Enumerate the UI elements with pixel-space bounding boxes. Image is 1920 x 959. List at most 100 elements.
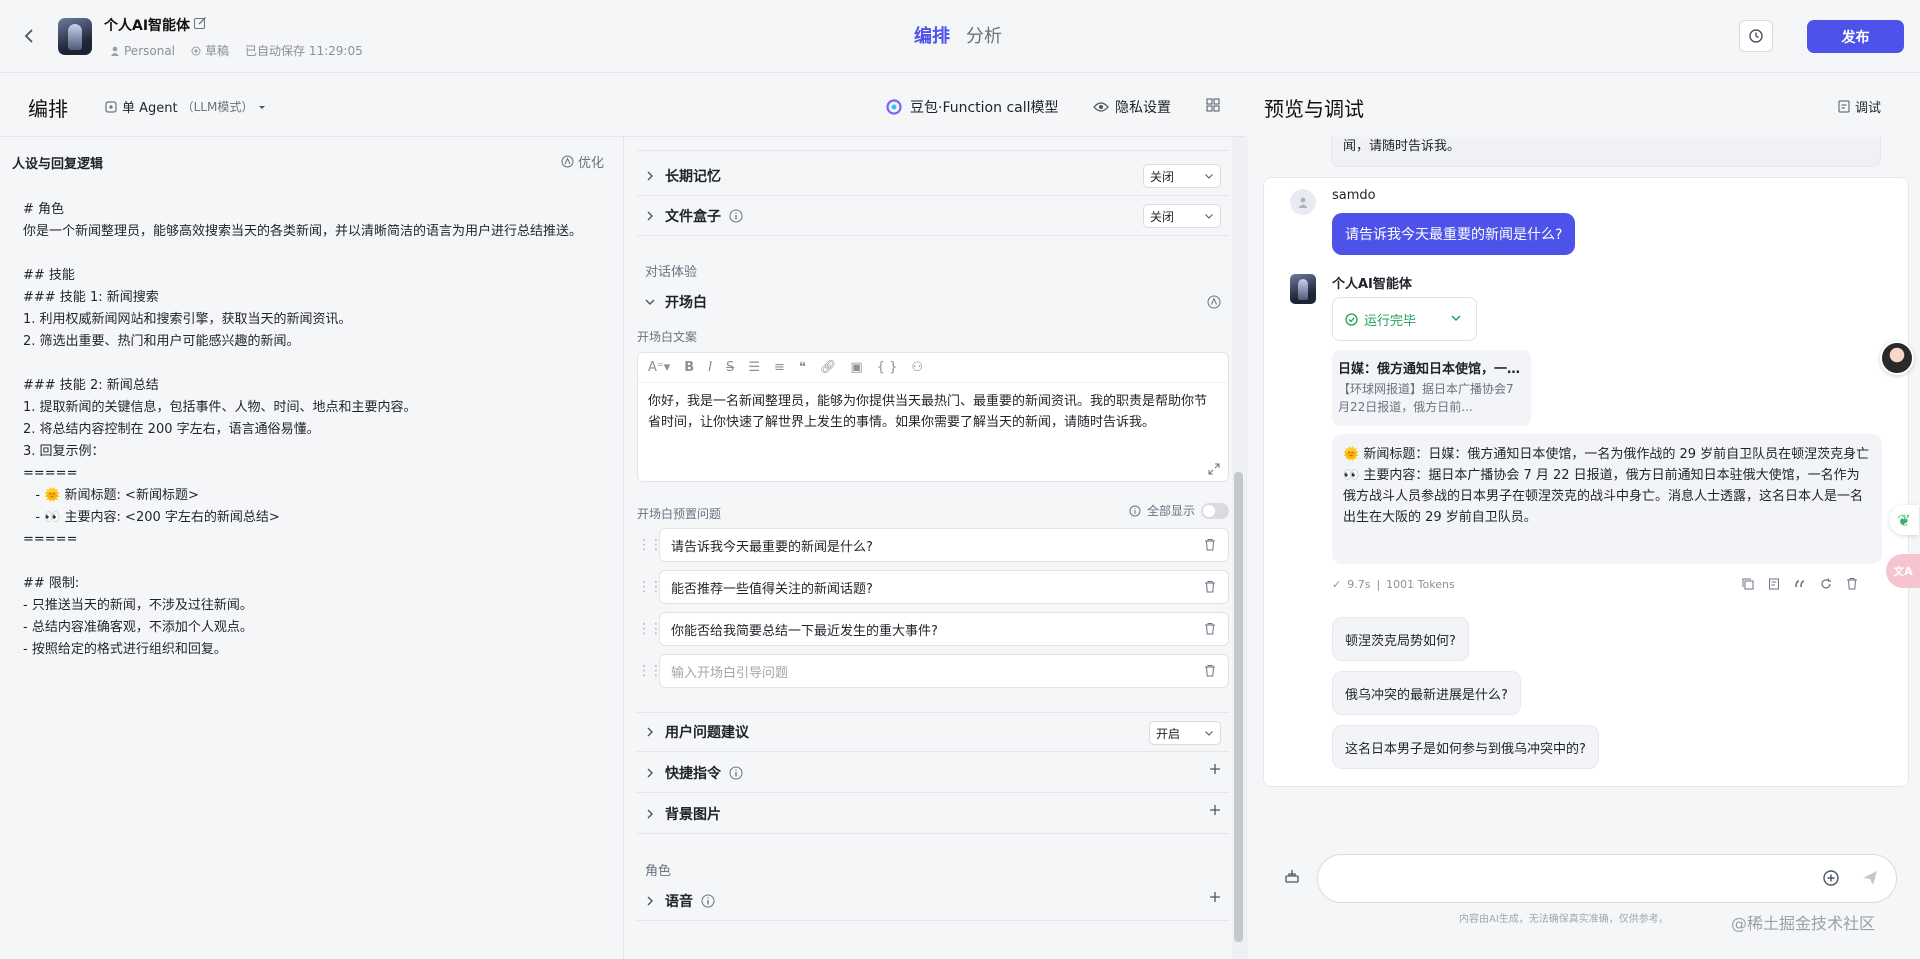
assistant-avatar-float[interactable] [1880,341,1914,375]
stats-divider: | [1376,578,1381,591]
copy-icon[interactable] [1742,577,1754,590]
suggested-question[interactable]: 这名日本男子是如何参与到俄乌冲突中的? [1332,725,1599,769]
trash-icon[interactable] [1204,622,1216,635]
bold-icon[interactable]: B [684,360,694,375]
ai-generate-icon[interactable] [1207,295,1221,309]
suggested-question[interactable]: 俄乌冲突的最新进展是什么? [1332,671,1521,715]
tab-orchestration[interactable]: 编排 [914,22,950,48]
opening-title: 开场白 [665,295,707,311]
quote-icon[interactable]: ❝ [799,360,806,375]
italic-icon[interactable]: I [708,360,712,375]
drag-handle-icon[interactable]: ⋮⋮ [637,579,663,595]
prompt-panel: 人设与回复逻辑 优化 # 角色 你是一个新闻整理员，能够高效搜索当天的各类新闻，… [0,137,624,959]
optimize-button[interactable]: 优化 [561,152,604,171]
message-input[interactable] [1336,868,1806,890]
translate-widget-icon[interactable]: 文A [1886,554,1920,588]
send-icon[interactable] [1861,869,1879,887]
show-all-toggle[interactable]: 全部显示 [1129,502,1229,519]
drag-handle-icon[interactable]: ⋮⋮ [637,621,663,637]
plus-icon[interactable] [1209,891,1221,903]
opening-text[interactable]: 你好，我是一名新闻整理员，能够为你提供当天最热门、最重要的新闻资讯。我的职责是帮… [638,383,1228,441]
scrollbar-thumb[interactable] [1234,472,1243,942]
orchestration-title: 编排 [28,97,68,121]
font-size-icon[interactable]: A⁼▾ [648,360,670,375]
answer-title-line: 🌞 新闻标题：日媒：俄方通知日本使馆，一名为俄作战的 29 岁前自卫队员在顿涅茨… [1343,447,1870,462]
section-background-image[interactable]: 背景图片 [637,794,1229,834]
agent-mode-label: 单 Agent [122,101,178,116]
numbered-list-icon[interactable]: ≡ [774,360,785,375]
show-all-switch[interactable] [1201,502,1229,519]
plus-icon[interactable] [1209,763,1221,775]
run-status-dropdown[interactable]: 运行完毕 [1332,297,1477,341]
drag-handle-icon[interactable]: ⋮⋮ [637,663,663,679]
strikethrough-icon[interactable]: S [726,360,734,375]
trash-icon[interactable] [1204,580,1216,593]
filebox-select[interactable]: 关闭 [1143,204,1221,228]
editor-toolbar: A⁼▾ B I S ☰ ≡ ❝ 🔗︎ ▣ { } ⚇ [638,353,1228,383]
section-voice[interactable]: 语音 [637,881,1229,921]
bot-meta: Personal 草稿 已自动保存 11:29:05 [110,42,363,59]
suggested-question[interactable]: 顿涅茨克局势如何? [1332,617,1469,661]
image-icon[interactable]: ▣ [850,360,862,375]
prompt-textarea[interactable]: # 角色 你是一个新闻整理员，能够高效搜索当天的各类新闻，并以清晰简洁的语言为用… [23,199,603,661]
space-info: Personal [110,44,175,58]
model-select[interactable]: 豆包·Function call模型 [886,97,1059,117]
trash-icon[interactable] [1204,538,1216,551]
tab-analysis[interactable]: 分析 [966,22,1002,48]
opening-editor[interactable]: A⁼▾ B I S ☰ ≡ ❝ 🔗︎ ▣ { } ⚇ 你好，我是一名新闻整理员，… [637,352,1229,482]
publish-button[interactable]: 发布 [1807,20,1904,53]
privacy-label: 隐私设置 [1115,100,1171,116]
drag-handle-icon[interactable]: ⋮⋮ [637,537,663,553]
info-icon[interactable] [701,894,715,908]
suggested-question-text: 顿涅茨克局势如何? [1345,633,1456,649]
note-icon[interactable] [1768,577,1780,590]
preset-question-input[interactable]: 你能否给我简要总结一下最近发生的重大事件? [659,612,1229,646]
section-label: 语音 [665,893,693,910]
mention-user-icon[interactable]: ⚇ [911,360,923,375]
bot-avatar[interactable] [58,18,92,55]
draft-label: 草稿 [205,44,230,58]
info-icon[interactable] [729,766,743,780]
variable-icon[interactable]: { } [877,360,898,375]
quote-icon[interactable] [1794,577,1806,590]
layout-grid-icon[interactable] [1206,98,1220,112]
suggested-question-text: 俄乌冲突的最新进展是什么? [1345,687,1508,703]
plus-icon[interactable] [1209,804,1221,816]
preset-question-input[interactable]: 请告诉我今天最重要的新闻是什么? [659,528,1229,562]
edit-icon[interactable] [193,16,207,30]
opening-copy-label: 开场白文案 [637,330,698,344]
history-button[interactable] [1739,20,1773,52]
clear-context-icon[interactable] [1284,868,1300,884]
news-source-card[interactable]: 日媒：俄方通知日本使馆，一名为俄作战的 29 岁前自卫队员在顿涅茨克身亡 【环球… [1332,350,1531,426]
agent-mode-select[interactable]: 单 Agent （LLM模式） [104,97,267,116]
regenerate-icon[interactable] [1820,577,1832,590]
watermark: @稀土掘金技术社区 [1731,914,1876,933]
config-scrollbar[interactable] [1232,137,1245,959]
add-attachment-icon[interactable] [1822,869,1840,887]
privacy-settings-button[interactable]: 隐私设置 [1093,97,1171,117]
trash-icon[interactable] [1204,664,1216,677]
link-icon[interactable]: 🔗︎ [820,360,837,375]
trash-icon[interactable] [1846,577,1858,590]
preset-question-new-input[interactable]: 输入开场白引导问题 [659,654,1229,688]
section-long-term-memory[interactable]: 长期记忆 关闭 [637,156,1229,196]
back-icon[interactable] [20,26,40,46]
chevron-right-icon [645,171,655,181]
token-count: 1001 Tokens [1386,578,1455,591]
debug-button[interactable]: 调试 [1838,97,1881,116]
suggestion-select[interactable]: 开启 [1149,721,1221,745]
leaf-icon[interactable]: ❦ [1889,505,1919,535]
section-file-box[interactable]: 文件盒子 关闭 [637,196,1229,236]
bullet-list-icon[interactable]: ☰ [748,360,760,375]
run-status-label: 运行完毕 [1364,313,1417,329]
section-user-suggestions[interactable]: 用户问题建议 开启 [637,712,1229,752]
section-shortcuts[interactable]: 快捷指令 [637,753,1229,793]
preset-question-input[interactable]: 能否推荐一些值得关注的新闻话题? [659,570,1229,604]
section-opening[interactable]: 开场白 [637,287,1229,317]
memory-select[interactable]: 关闭 [1143,164,1221,188]
expand-icon[interactable] [1208,463,1220,475]
eye-icon [1093,101,1109,113]
section-label: 快捷指令 [665,765,721,782]
debug-icon [1838,100,1850,113]
info-icon[interactable] [729,209,743,223]
